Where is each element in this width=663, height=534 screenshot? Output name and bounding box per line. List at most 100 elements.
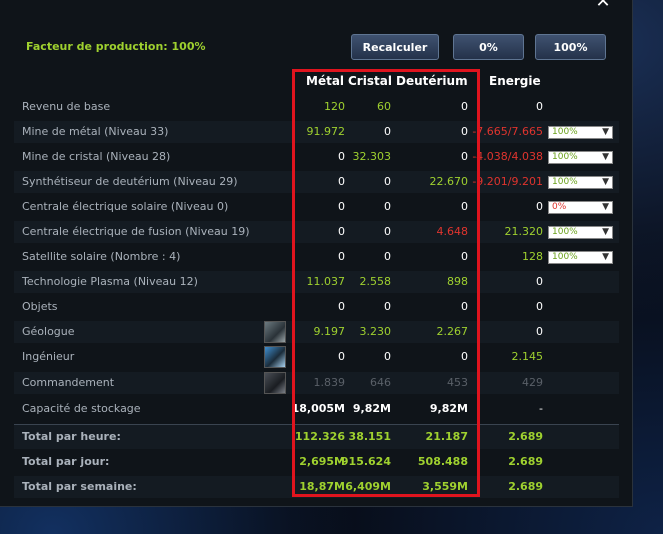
select-value: 100% <box>552 127 578 137</box>
cell-metal: 0 <box>338 300 345 313</box>
cell-deuterium: 508.488 <box>417 455 468 468</box>
select-value: 100% <box>552 227 578 237</box>
cell-deuterium: 0 <box>461 125 468 138</box>
cell-crystal: 0 <box>384 175 391 188</box>
cell-deuterium: 898 <box>447 275 468 288</box>
row-label: Satellite solaire (Nombre : 4) <box>22 250 181 263</box>
row-label: Technologie Plasma (Niveau 12) <box>22 275 198 288</box>
cell-metal: 0 <box>338 200 345 213</box>
cell-energy: 21.320 <box>504 225 544 238</box>
table-row: Revenu de base 120 60 0 0 <box>14 96 619 118</box>
cell-energy: 128 <box>522 250 543 263</box>
row-label: Commandement <box>22 376 115 389</box>
table-row: Objets 0 0 0 0 <box>14 296 619 318</box>
row-label: Total par semaine: <box>22 480 137 493</box>
table-row: Satellite solaire (Nombre : 4) 0 0 0 128 100%… <box>14 246 619 268</box>
cell-crystal: 0 <box>384 250 391 263</box>
cell-crystal: 60 <box>377 100 391 113</box>
recalculate-button[interactable]: Recalculer <box>351 34 439 60</box>
cell-energy: -9.201/9.201 <box>472 175 543 188</box>
cell-crystal: 0 <box>384 225 391 238</box>
cell-crystal: 0 <box>384 200 391 213</box>
cell-deuterium: 0 <box>461 350 468 363</box>
row-label: Revenu de base <box>22 100 111 113</box>
cell-deuterium: 2.267 <box>436 325 469 338</box>
production-factor-label: Facteur de production: 100% <box>26 40 206 53</box>
cell-crystal: 38.151 <box>348 430 391 443</box>
table-row: Technologie Plasma (Niveau 12) 11.037 2.55… <box>14 271 619 293</box>
table-row: Capacité de stockage 18,005M 9,82M 9,82M - <box>14 398 619 420</box>
cell-metal: 0 <box>338 175 345 188</box>
row-label: Synthétiseur de deutérium (Niveau 29) <box>22 175 238 188</box>
cell-deuterium: 3,559M <box>422 480 468 493</box>
production-percent-select[interactable]: 0% ▼ <box>548 201 613 214</box>
chevron-down-icon: ▼ <box>602 127 609 137</box>
cell-metal: 91.972 <box>306 125 346 138</box>
cell-metal: 9.197 <box>313 325 346 338</box>
row-label: Géologue <box>22 325 75 338</box>
row-label: Capacité de stockage <box>22 402 141 415</box>
table-row: Centrale électrique solaire (Niveau 0) 0 0… <box>14 196 619 218</box>
cell-metal: 0 <box>338 250 345 263</box>
production-percent-select[interactable]: 100% ▼ <box>548 226 613 239</box>
chevron-down-icon: ▼ <box>602 252 609 262</box>
cell-crystal: 0 <box>384 125 391 138</box>
column-header-energy: Energie <box>489 74 541 88</box>
cell-deuterium: 453 <box>447 376 468 389</box>
cell-crystal: 9,82M <box>352 402 391 415</box>
cell-energy: 0 <box>536 275 543 288</box>
column-header-metal: Métal <box>306 74 345 88</box>
table-row: Total par heure: 112.326 38.151 21.187 2.689 <box>14 424 619 449</box>
cell-crystal: 32.303 <box>352 150 392 163</box>
cell-energy: 0 <box>536 325 543 338</box>
row-label: Ingénieur <box>22 350 75 363</box>
cell-energy: 2.689 <box>508 480 543 493</box>
cell-metal: 11.037 <box>306 275 346 288</box>
set-all-0-button[interactable]: 0% <box>453 34 524 60</box>
cell-crystal: 915.624 <box>340 455 391 468</box>
table-row: Commandement 1.839 646 453 429 <box>14 372 619 394</box>
cell-metal: 120 <box>324 100 345 113</box>
close-icon[interactable]: ✕ <box>591 0 615 11</box>
set-all-100-button[interactable]: 100% <box>535 34 606 60</box>
production-percent-select[interactable]: 100% ▼ <box>548 251 613 264</box>
cell-deuterium: 9,82M <box>429 402 468 415</box>
cell-energy: 0 <box>536 200 543 213</box>
row-label: Mine de cristal (Niveau 28) <box>22 150 171 163</box>
cell-crystal: 646 <box>370 376 391 389</box>
cell-energy: 429 <box>522 376 543 389</box>
cell-metal: 1.839 <box>313 376 346 389</box>
geologist-portrait-icon <box>264 321 286 343</box>
table-row: Ingénieur 0 0 0 2.145 <box>14 346 619 368</box>
table-row: Synthétiseur de deutérium (Niveau 29) 0 0 2… <box>14 171 619 193</box>
cell-deuterium: 0 <box>461 250 468 263</box>
cell-metal: 0 <box>338 150 345 163</box>
production-percent-select[interactable]: 100% ▼ <box>548 151 613 164</box>
row-label: Centrale électrique solaire (Niveau 0) <box>22 200 229 213</box>
cell-crystal: 0 <box>384 350 391 363</box>
chevron-down-icon: ▼ <box>602 177 609 187</box>
resource-settings-panel: ✕ Facteur de production: 100% Recalculer… <box>0 0 633 507</box>
cell-energy: 2.689 <box>508 430 543 443</box>
table-row: Total par jour: 2,695M 915.624 508.488 2.689 <box>14 450 619 474</box>
cell-energy: -4.038/4.038 <box>472 150 543 163</box>
select-value: 100% <box>552 152 578 162</box>
table-row: Mine de métal (Niveau 33) 91.972 0 0 -7.665/… <box>14 121 619 143</box>
row-label: Objets <box>22 300 58 313</box>
row-label: Total par heure: <box>22 430 121 443</box>
select-value: 100% <box>552 252 578 262</box>
cell-energy: -7.665/7.665 <box>472 125 543 138</box>
cell-deuterium: 21.187 <box>425 430 468 443</box>
cell-metal: 2,695M <box>299 455 345 468</box>
cell-crystal: 6,409M <box>345 480 391 493</box>
production-percent-select[interactable]: 100% ▼ <box>548 176 613 189</box>
cell-deuterium: 0 <box>461 300 468 313</box>
cell-deuterium: 4.648 <box>436 225 469 238</box>
chevron-down-icon: ▼ <box>602 202 609 212</box>
cell-metal: 18,87M <box>299 480 345 493</box>
production-percent-select[interactable]: 100% ▼ <box>548 126 613 139</box>
cell-deuterium: 0 <box>461 200 468 213</box>
row-label: Total par jour: <box>22 455 110 468</box>
commander-portrait-icon <box>264 372 286 394</box>
engineer-portrait-icon <box>264 346 286 368</box>
